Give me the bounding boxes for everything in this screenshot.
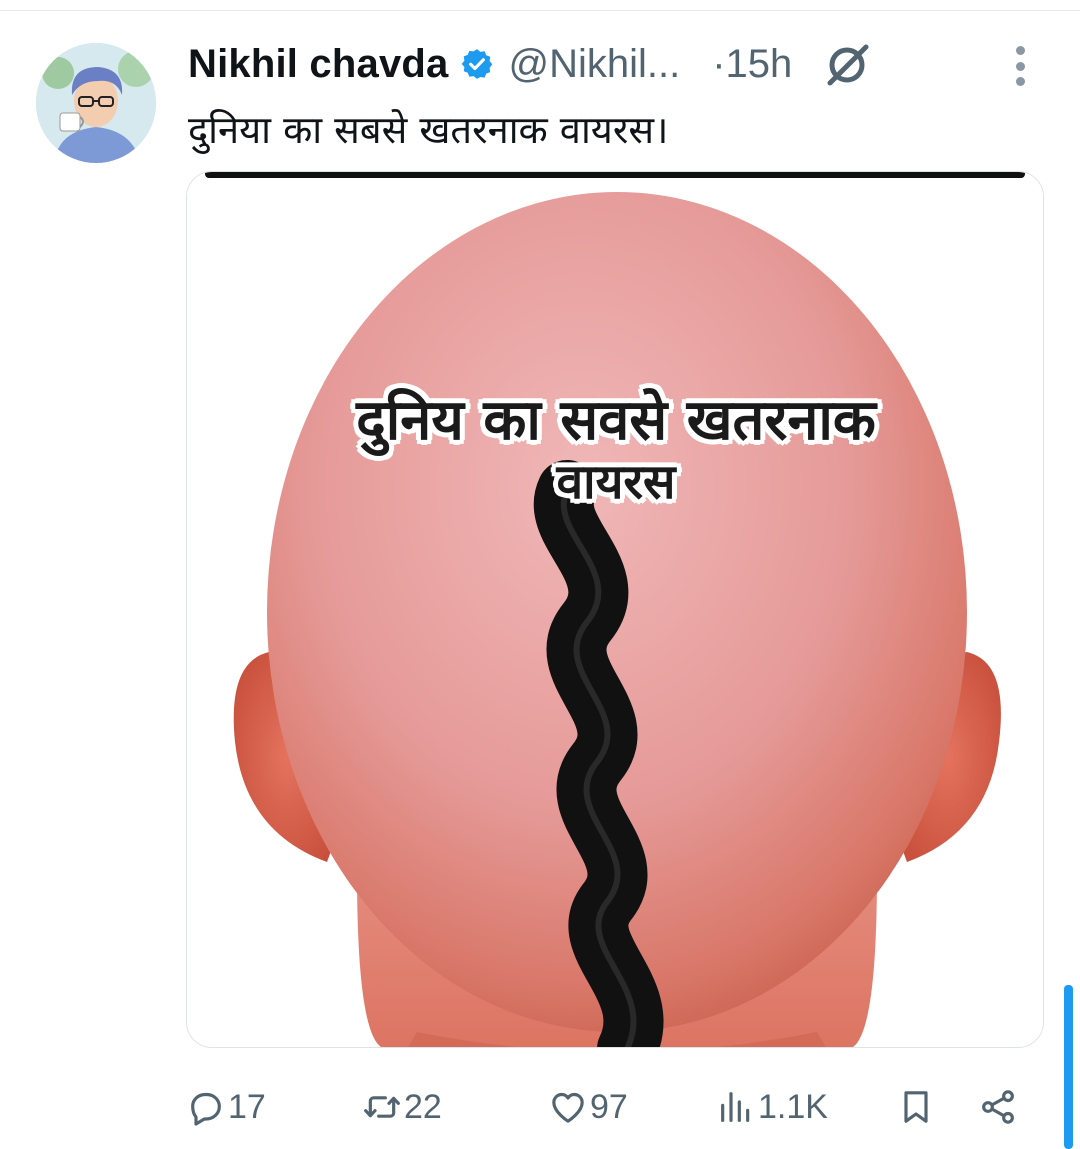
reply-count: 17 [228, 1087, 266, 1126]
scrollbar-thumb[interactable] [1064, 985, 1073, 1149]
bald-head-illustration [187, 172, 1043, 1047]
like-count: 97 [590, 1087, 628, 1126]
top-divider [0, 10, 1080, 11]
views-button[interactable]: 1.1K [716, 1082, 828, 1132]
media-top-border [205, 172, 1025, 178]
author-display-name[interactable]: Nikhil chavda [188, 42, 448, 87]
bookmark-button[interactable] [896, 1082, 936, 1132]
like-button[interactable]: 97 [548, 1082, 628, 1132]
tweet-text: दुनिया का सबसे खतरनाक वायरस। [188, 108, 669, 152]
author-handle[interactable]: @Nikhil... [508, 42, 680, 87]
tweet-header: Nikhil chavda @Nikhil... ·15h [188, 38, 888, 90]
media-caption-line1: दुनिय का सवसे खतरनाक [356, 388, 876, 453]
verified-badge-icon[interactable] [460, 47, 494, 81]
share-button[interactable] [978, 1082, 1018, 1132]
views-chart-icon [721, 1092, 750, 1122]
reply-button[interactable]: 17 [186, 1082, 266, 1132]
heart-icon [552, 1092, 584, 1123]
reply-icon [191, 1092, 221, 1126]
repost-icon [364, 1096, 400, 1118]
tweet-action-bar: 17 22 97 1.1K [186, 1082, 1036, 1132]
avatar-image [36, 43, 156, 163]
grok-icon[interactable] [822, 39, 872, 89]
share-icon [982, 1090, 1014, 1124]
views-count: 1.1K [758, 1087, 828, 1126]
avatar[interactable] [36, 43, 156, 163]
tweet-media[interactable]: दुनिय का सवसे खतरनाक वायरस [186, 171, 1044, 1048]
more-options-icon[interactable] [1004, 46, 1036, 86]
tweet-timestamp[interactable]: ·15h [712, 42, 792, 87]
repost-button[interactable]: 22 [362, 1082, 442, 1132]
bookmark-icon [904, 1091, 928, 1123]
media-caption-line2: वायरस [556, 454, 676, 510]
repost-count: 22 [404, 1087, 442, 1126]
